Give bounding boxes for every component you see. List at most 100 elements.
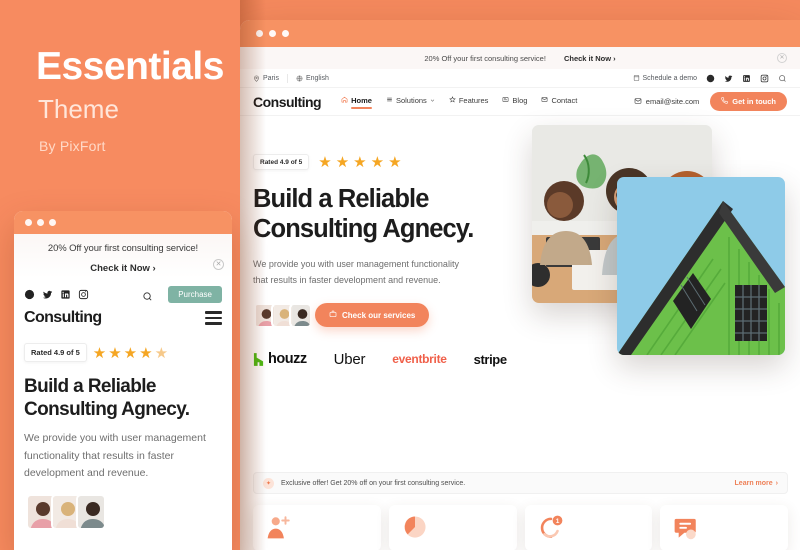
desktop-hero: Rated 4.9 of 5 ★ ★ ★ ★ ★ Build a Reliable Co… xyxy=(240,116,800,479)
home-icon xyxy=(341,96,348,105)
nav-item-contact[interactable]: Contact xyxy=(541,96,577,108)
hamburger-menu-icon[interactable] xyxy=(205,311,222,325)
desktop-navbar: Consulting Home Solutions Features Blog … xyxy=(240,88,800,116)
feature-card[interactable] xyxy=(253,505,381,550)
desktop-rating-row: Rated 4.9 of 5 ★ ★ ★ ★ ★ xyxy=(240,116,800,171)
window-dot-minimize[interactable] xyxy=(269,30,276,37)
chevron-right-icon: › xyxy=(775,479,778,487)
desktop-nav-menu: Home Solutions Features Blog Contact xyxy=(341,95,577,109)
globe-icon xyxy=(296,75,303,82)
schedule-demo-label: Schedule a demo xyxy=(642,74,697,82)
desktop-rated-badge: Rated 4.9 of 5 xyxy=(253,154,310,170)
desktop-promo-bar: 20% Off your first consulting service! C… xyxy=(240,47,800,69)
divider xyxy=(286,73,288,83)
desktop-hero-heading: Build a Reliable Consulting Agnecy. xyxy=(240,171,800,244)
window-dot-maximize[interactable] xyxy=(49,219,56,226)
mobile-brand-row: Consulting xyxy=(14,303,232,327)
mobile-promo-text: 20% Off your first consulting service! xyxy=(47,243,199,254)
window-dot-close[interactable] xyxy=(256,30,263,37)
desktop-hero-actions: Check our services xyxy=(240,289,800,328)
window-dot-close[interactable] xyxy=(25,219,32,226)
instagram-icon[interactable] xyxy=(78,289,89,300)
news-icon xyxy=(502,96,509,105)
grid-icon xyxy=(386,96,393,105)
mobile-heading: Build a Reliable Consulting Agnecy. xyxy=(14,362,232,421)
close-icon[interactable]: ✕ xyxy=(777,53,787,63)
feature-card[interactable] xyxy=(660,505,788,550)
nav-item-features-label: Features xyxy=(458,95,489,105)
houzz-logo-icon: houzz xyxy=(253,351,307,367)
uber-logo-icon: Uber xyxy=(333,350,366,368)
check-our-services-button[interactable]: Check our services xyxy=(315,303,430,328)
promo-title: Essentials xyxy=(36,45,224,88)
nav-item-home-label: Home xyxy=(351,95,372,105)
get-in-touch-button[interactable]: Get in touch xyxy=(710,92,787,111)
check-our-services-label: Check our services xyxy=(342,310,416,320)
window-dot-maximize[interactable] xyxy=(282,30,289,37)
spark-icon: ✦ xyxy=(263,477,274,489)
window-dot-minimize[interactable] xyxy=(37,219,44,226)
chevron-down-icon xyxy=(430,96,435,105)
pie-chart-icon xyxy=(402,516,428,544)
nav-email-link[interactable]: email@site.com xyxy=(634,97,699,107)
nav-email-label: email@site.com xyxy=(645,97,700,106)
houzz-label: houzz xyxy=(268,351,307,368)
add-user-icon xyxy=(266,516,292,544)
desktop-star-rating: ★ ★ ★ ★ ★ xyxy=(318,154,402,171)
facebook-icon[interactable] xyxy=(24,289,35,300)
utility-right-group: Schedule a demo xyxy=(633,74,787,83)
get-in-touch-label: Get in touch xyxy=(732,97,776,106)
learn-more-label: Learn more xyxy=(734,479,773,487)
search-icon[interactable] xyxy=(142,289,153,301)
linkedin-icon[interactable] xyxy=(60,289,71,300)
desktop-feature-cards: 1 xyxy=(253,505,788,550)
desktop-promo-cta[interactable]: Check it Now › xyxy=(564,54,616,63)
location-pin-icon xyxy=(253,75,260,82)
twitter-icon[interactable] xyxy=(42,289,53,300)
mobile-paragraph: We provide you with user management func… xyxy=(24,432,206,479)
nav-item-solutions[interactable]: Solutions xyxy=(386,96,435,108)
location-selector[interactable]: Paris xyxy=(253,75,279,82)
search-icon[interactable] xyxy=(778,74,787,83)
nav-item-features[interactable]: Features xyxy=(448,95,489,108)
instagram-icon[interactable] xyxy=(760,74,769,83)
language-selector[interactable]: English xyxy=(296,75,329,82)
nav-item-blog[interactable]: Blog xyxy=(502,96,527,108)
schedule-demo-link[interactable]: Schedule a demo xyxy=(633,74,697,82)
linkedin-icon[interactable] xyxy=(742,74,751,83)
twitter-icon[interactable] xyxy=(724,74,733,83)
desktop-hero-paragraph: We provide you with user management func… xyxy=(240,244,800,289)
mobile-brand-logo[interactable]: Consulting xyxy=(24,309,102,327)
purchase-button[interactable]: Purchase xyxy=(168,286,222,303)
promo-byline: By PixFort xyxy=(39,138,106,154)
calendar-icon xyxy=(633,74,640,82)
mobile-rating-row: Rated 4.9 of 5 ★ ★ ★ ★ ★ xyxy=(14,327,232,362)
avatar xyxy=(289,302,312,328)
nav-item-contact-label: Contact xyxy=(551,95,578,105)
mobile-rated-badge: Rated 4.9 of 5 xyxy=(24,343,87,362)
close-icon[interactable]: ✕ xyxy=(213,259,224,270)
facebook-icon[interactable] xyxy=(706,74,715,83)
desktop-window-titlebar xyxy=(240,20,800,47)
desktop-avatar-group xyxy=(253,302,312,328)
avatar xyxy=(76,494,106,531)
language-label: English xyxy=(305,74,329,82)
learn-more-link[interactable]: Learn more › xyxy=(735,480,778,487)
notification-bell-icon: 1 xyxy=(538,515,564,544)
mobile-avatar-group xyxy=(14,482,232,531)
nav-item-home[interactable]: Home xyxy=(341,95,372,109)
phone-icon xyxy=(721,97,728,106)
stripe-logo-icon: stripe xyxy=(473,351,507,367)
exclusive-offer-text: Exclusive offer! Get 20% off on your fir… xyxy=(281,479,466,487)
mobile-promo-banner: 20% Off your first consulting service! C… xyxy=(14,234,232,278)
location-label: Paris xyxy=(263,74,279,82)
desktop-brand-logos: houzz Uber eventbrite stripe xyxy=(240,328,800,368)
star-outline-icon xyxy=(448,95,456,105)
desktop-brand-logo[interactable]: Consulting xyxy=(253,94,322,110)
feature-card[interactable]: 1 xyxy=(524,505,653,550)
mobile-promo-cta[interactable]: Check it Now › xyxy=(24,263,222,274)
feature-card[interactable] xyxy=(388,505,517,550)
mobile-social-row: Purchase xyxy=(14,278,232,303)
promo-subtitle: Theme xyxy=(38,94,119,124)
hero-paragraph-line2: that results in faster development and r… xyxy=(253,274,441,285)
